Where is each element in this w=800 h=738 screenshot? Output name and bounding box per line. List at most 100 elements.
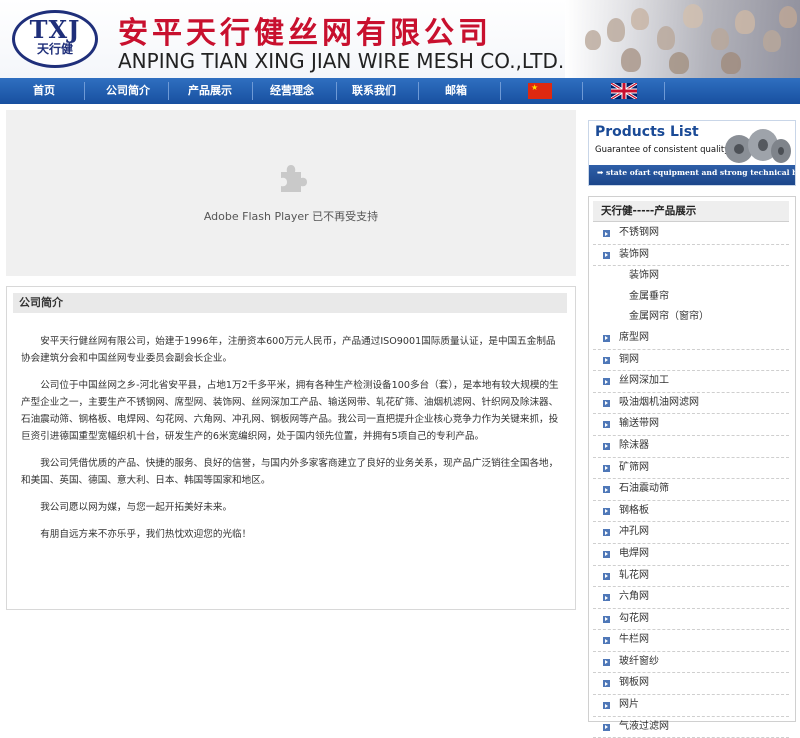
- category-item[interactable]: 铜网: [593, 350, 789, 372]
- puzzle-piece-icon: [281, 165, 307, 192]
- arrow-bullet-icon: [603, 486, 610, 494]
- arrow-bullet-icon: [603, 399, 610, 407]
- category-label: 矿筛网: [619, 461, 649, 473]
- category-item[interactable]: 电焊网: [593, 544, 789, 566]
- category-panel-title: 天行健-----产品展示: [601, 205, 697, 217]
- site-header: TXJ 天行健 安平天行健丝网有限公司 ANPING TIAN XING JIA…: [0, 0, 800, 78]
- arrow-bullet-icon: [603, 442, 610, 450]
- flash-placeholder[interactable]: Adobe Flash Player 已不再受支持: [6, 110, 576, 276]
- category-item[interactable]: 吸油烟机油网滤网: [593, 393, 789, 415]
- category-label: 吸油烟机油网滤网: [619, 396, 699, 408]
- arrow-bullet-icon: [603, 507, 610, 515]
- product-category-panel: 天行健-----产品展示 不锈钢网 装饰网 装饰网 金属垂帘 金属网帘（窗帘） 席型网 铜网…: [588, 196, 796, 738]
- category-item[interactable]: 牛栏网: [593, 630, 789, 652]
- products-list-banner[interactable]: Products List Guarantee of consistent qu…: [588, 120, 796, 186]
- arrow-bullet-icon: [603, 550, 610, 558]
- category-item[interactable]: 气液过滤网: [593, 717, 789, 738]
- arrow-bullet-icon: [603, 702, 610, 710]
- category-list: 不锈钢网 装饰网 装饰网 金属垂帘 金属网帘（窗帘） 席型网 铜网 丝网深加工 吸油烟机油网滤网…: [593, 223, 789, 738]
- arrow-bullet-icon: [603, 356, 610, 364]
- uk-flag-icon[interactable]: [611, 83, 637, 99]
- category-label: 席型网: [619, 331, 649, 343]
- nav-email[interactable]: 邮箱: [428, 78, 484, 104]
- category-label: 装饰网: [629, 270, 659, 282]
- category-item[interactable]: 石油震动筛: [593, 479, 789, 501]
- arrow-bullet-icon: [603, 334, 610, 342]
- category-label: 电焊网: [619, 547, 649, 559]
- nav-home[interactable]: 首页: [16, 78, 72, 104]
- category-label: 钢格板: [619, 504, 649, 516]
- category-item[interactable]: 冲孔网: [593, 522, 789, 544]
- category-item[interactable]: 网片: [593, 695, 789, 717]
- nav-philosophy[interactable]: 经营理念: [262, 78, 322, 104]
- nav-contact[interactable]: 联系我们: [344, 78, 404, 104]
- products-list-title: Products List: [595, 124, 699, 140]
- products-list-tagline: state ofart equipment and strong technic…: [606, 168, 795, 177]
- category-item[interactable]: 勾花网: [593, 609, 789, 631]
- main-nav: 首页 公司简介 产品展示 经营理念 联系我们 邮箱 ★: [0, 78, 800, 104]
- category-item[interactable]: 除沫器: [593, 436, 789, 458]
- category-subitem[interactable]: 装饰网: [593, 266, 789, 287]
- arrow-bullet-icon: [603, 680, 610, 688]
- category-item[interactable]: 装饰网: [593, 245, 789, 267]
- category-item[interactable]: 矿筛网: [593, 458, 789, 480]
- category-label: 铜网: [619, 353, 639, 365]
- arrow-bullet-icon: [603, 251, 610, 259]
- category-label: 金属网帘（窗帘）: [629, 311, 709, 323]
- intro-paragraph: 公司位于中国丝网之乡-河北省安平县，占地1万2千多平米，拥有各种生产检测设备10…: [21, 380, 559, 442]
- category-label: 不锈钢网: [619, 227, 659, 238]
- nav-about[interactable]: 公司简介: [98, 78, 158, 104]
- category-label: 牛栏网: [619, 634, 649, 646]
- category-panel-header: 天行健-----产品展示: [593, 201, 789, 222]
- category-label: 轧花网: [619, 569, 649, 581]
- arrow-bullet-icon: [603, 230, 610, 237]
- arrow-bullet-icon: [603, 464, 610, 472]
- category-label: 网片: [619, 699, 639, 711]
- china-flag-icon[interactable]: ★: [528, 83, 552, 99]
- category-subitem[interactable]: 金属垂帘: [593, 287, 789, 308]
- category-item[interactable]: 六角网: [593, 587, 789, 609]
- flash-unsupported-message: Adobe Flash Player 已不再受支持: [203, 210, 379, 223]
- category-item[interactable]: 不锈钢网: [593, 223, 789, 245]
- products-list-tagline-bar: ➡ state ofart equipment and strong techn…: [589, 165, 795, 185]
- intro-title: 公司简介: [19, 296, 63, 309]
- tagline-bullet-icon: ➡: [597, 168, 607, 177]
- category-item[interactable]: 钢格板: [593, 501, 789, 523]
- products-list-subtitle: Guarantee of consistent quality!!!: [595, 145, 740, 155]
- category-item[interactable]: 席型网: [593, 328, 789, 350]
- company-logo[interactable]: TXJ 天行健: [12, 10, 98, 68]
- arrow-bullet-icon: [603, 594, 610, 602]
- company-name-cn: 安平天行健丝网有限公司: [118, 16, 492, 51]
- category-label: 玻纤窗纱: [619, 655, 659, 667]
- category-subitem[interactable]: 金属网帘（窗帘）: [593, 307, 789, 328]
- logo-text-top: TXJ: [29, 15, 81, 44]
- category-item[interactable]: 输送带网: [593, 414, 789, 436]
- category-item[interactable]: 轧花网: [593, 566, 789, 588]
- company-intro-panel: 公司简介 安平天行健丝网有限公司，始建于1996年，注册资本600万元人民币，产…: [6, 286, 576, 610]
- category-label: 除沫器: [619, 439, 649, 451]
- arrow-bullet-icon: [603, 378, 610, 386]
- intro-paragraph: 我公司凭借优质的产品、快捷的服务、良好的信誉，与国内外多家客商建立了良好的业务关…: [21, 458, 559, 486]
- arrow-bullet-icon: [603, 658, 610, 666]
- category-label: 钢板网: [619, 677, 649, 689]
- arrow-bullet-icon: [603, 529, 610, 537]
- intro-paragraph: 有朋自远方来不亦乐乎，我们热忱欢迎您的光临！: [40, 529, 252, 540]
- category-label: 金属垂帘: [629, 290, 669, 302]
- logo-text-bottom: 天行健: [36, 42, 73, 56]
- category-label: 气液过滤网: [619, 720, 669, 732]
- category-label: 冲孔网: [619, 526, 649, 538]
- header-crowd-image: [565, 0, 800, 78]
- category-label: 装饰网: [619, 248, 649, 260]
- category-item[interactable]: 丝网深加工: [593, 371, 789, 393]
- wire-mesh-rolls-image: [725, 129, 791, 163]
- category-label: 丝网深加工: [619, 375, 669, 387]
- arrow-bullet-icon: [603, 637, 610, 645]
- intro-paragraph: 安平天行健丝网有限公司，始建于1996年，注册资本600万元人民币，产品通过IS…: [21, 336, 556, 364]
- nav-products[interactable]: 产品展示: [180, 78, 240, 104]
- category-label: 输送带网: [619, 418, 659, 430]
- category-label: 石油震动筛: [619, 483, 669, 495]
- arrow-bullet-icon: [603, 572, 610, 580]
- category-item[interactable]: 钢板网: [593, 673, 789, 696]
- arrow-bullet-icon: [603, 421, 610, 429]
- category-item[interactable]: 玻纤窗纱: [593, 652, 789, 674]
